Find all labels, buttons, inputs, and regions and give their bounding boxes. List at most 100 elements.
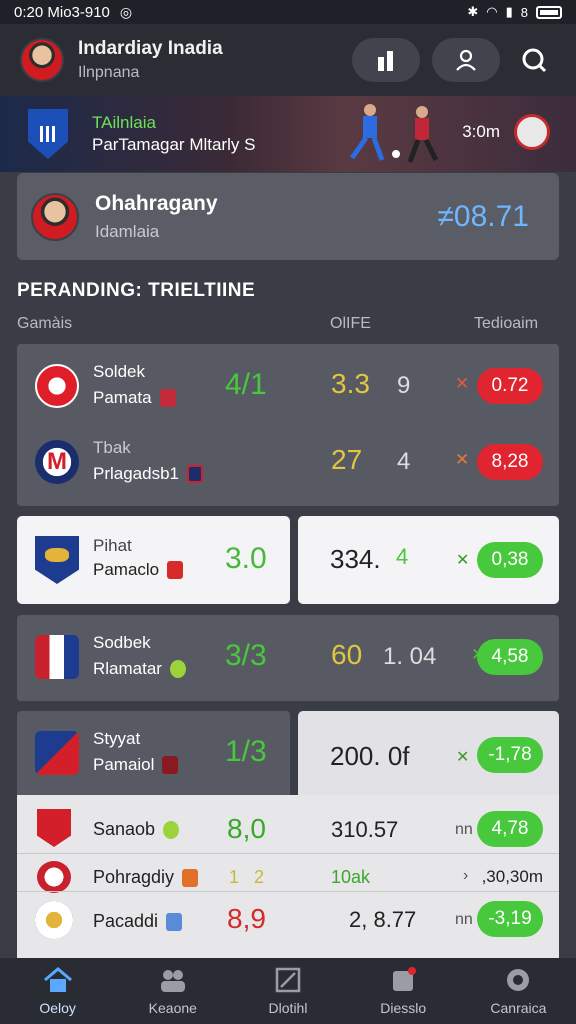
header-text: Indardiay Inadia Ilnpnana <box>78 38 223 82</box>
list-score: 8,0 <box>227 813 266 844</box>
club-crest-icon <box>35 364 79 408</box>
match-card-left[interactable]: Styyat Pamaiol 1/3 <box>17 711 290 801</box>
player-text: Ohahragany Idamlaia <box>95 192 218 242</box>
status-bar: 0:20 Mio3-910 ◎ ✱ ◠ ▮ 8 <box>0 0 576 24</box>
match-card-left[interactable]: Pihat Pamaclo 3.0 <box>17 516 290 604</box>
team-name-away-wrap: Pamaclo <box>93 560 184 580</box>
user-avatar[interactable] <box>20 38 64 82</box>
team-name-away: Prlagadsb1 <box>93 464 180 483</box>
status-extra: 8 <box>520 4 528 20</box>
mini-crest-icon <box>169 660 186 678</box>
list-score: 8,9 <box>227 903 266 934</box>
list-tag: nn <box>455 821 473 838</box>
team-name-home: Tbak <box>93 438 131 457</box>
mini-crest-icon <box>166 912 183 931</box>
mini-flag-icon <box>167 561 184 579</box>
bar-chart-icon <box>378 51 393 71</box>
nav-item-stats[interactable]: Dlotihl <box>230 958 345 1024</box>
nav-label: Oeloy <box>39 1000 76 1016</box>
mini-flag-icon <box>159 389 176 407</box>
player-value: ≠08.71 <box>437 199 529 233</box>
match-extra: 4 <box>397 448 411 475</box>
column-header-odds: OlIFE <box>330 315 371 332</box>
match-row[interactable]: Sodbek Rlamatar 3/3 60 1. 04 ✕ 4,58 <box>17 615 559 701</box>
match-card-right[interactable]: 200. 0f ✕ -1,78 <box>298 711 559 801</box>
profile-button[interactable] <box>432 38 500 82</box>
club-crest-icon <box>35 901 73 939</box>
banner-time: 3:0m <box>462 122 500 141</box>
list-odds: 10ak <box>331 867 371 887</box>
featured-player-card[interactable]: Ohahragany Idamlaia ≠08.71 <box>17 173 559 260</box>
results-list: Sanaob 8,0 310.57 nn 4,78 Pohragdiy 1 2 … <box>17 795 559 958</box>
list-team-name: Sanaob <box>93 819 156 839</box>
club-badge-icon <box>514 114 550 150</box>
mini-flag-icon <box>162 756 179 774</box>
nav-label: Diesslo <box>380 1000 427 1016</box>
match-odds: 27 <box>331 444 363 475</box>
bet-button[interactable]: 0,38 <box>477 542 543 578</box>
bet-button[interactable]: -3,19 <box>477 901 543 937</box>
club-crest-icon <box>35 536 79 584</box>
club-crest-icon <box>37 861 71 893</box>
team-name-away-wrap: Pamata <box>93 388 176 408</box>
nav-item-cart[interactable]: Canraica <box>461 958 576 1024</box>
match-score: 3/3 <box>225 639 267 672</box>
list-time: ,30,30m <box>481 867 543 886</box>
match-score: 4/1 <box>225 368 267 401</box>
match-extra: 1. 04 <box>383 643 437 670</box>
nav-item-home[interactable]: Oeloy <box>0 958 115 1024</box>
player-avatar <box>31 192 79 241</box>
match-row[interactable]: Soldek Pamata 4/1 3.3 9 ✕ 0.72 <box>17 344 559 430</box>
list-team-wrap: Sanaob <box>93 819 180 840</box>
section-title: PERANDING: TRIELTIINE <box>17 280 256 301</box>
list-item[interactable]: Pohragdiy 1 2 10ak › ,30,30m <box>17 851 559 901</box>
battery-icon <box>536 5 562 19</box>
list-score: 1 2 <box>229 867 265 887</box>
header-subtitle: Ilnpnana <box>78 64 140 81</box>
team-name-away: Pamaclo <box>93 560 160 579</box>
bet-button[interactable]: 0.72 <box>477 368 543 404</box>
search-icon <box>522 48 547 73</box>
match-row[interactable]: M Tbak Prlagadsb1 27 4 ✕ 8,28 <box>17 420 559 506</box>
list-odds: 2, 8.77 <box>349 907 417 932</box>
teams-icon <box>160 970 185 992</box>
divider <box>17 891 559 892</box>
players-illustration <box>349 104 439 163</box>
home-icon <box>43 967 72 992</box>
team-name-away: Rlamatar <box>93 659 162 678</box>
match-extra: 4 <box>396 544 409 569</box>
match-odds: 334. <box>330 544 381 574</box>
list-item[interactable]: Pacaddi 8,9 2, 8.77 nn -3,19 <box>17 895 559 945</box>
team-name-home: Sodbek <box>93 633 151 652</box>
nav-item-teams[interactable]: Keaone <box>115 958 230 1024</box>
bet-button[interactable]: -1,78 <box>477 737 543 773</box>
bet-button[interactable]: 4,58 <box>477 639 543 675</box>
signal-icon: ▮ <box>505 4 513 19</box>
team-name-away: Pamata <box>93 388 152 407</box>
list-tag: › <box>463 867 469 884</box>
promo-banner[interactable]: TAilnlaia ParTamagar Mltarly S 3:0m <box>0 96 576 172</box>
list-team-name: Pacaddi <box>93 911 159 931</box>
list-team-name: Pohragdiy <box>93 867 175 887</box>
trend-icon: ✕ <box>455 374 470 393</box>
user-icon <box>456 49 476 71</box>
match-score: 3.0 <box>225 542 267 575</box>
list-item[interactable]: Sanaob 8,0 310.57 nn 4,78 <box>17 803 559 853</box>
nav-label: Canraica <box>490 1000 547 1016</box>
nav-item-notifications[interactable]: Diesslo <box>346 958 461 1024</box>
mini-crest-icon <box>187 465 204 483</box>
search-button[interactable] <box>512 38 556 82</box>
match-card-right[interactable]: 334. 4 ✕ 0,38 <box>298 516 559 604</box>
match-odds: 3.3 <box>331 368 370 399</box>
stats-button[interactable] <box>352 38 420 82</box>
mini-crest-icon <box>163 820 180 839</box>
club-crest-icon: M <box>35 440 79 484</box>
banner-tag: TAilnlaia <box>92 113 156 132</box>
trend-icon: ✕ <box>455 450 470 469</box>
cart-icon <box>507 969 530 991</box>
status-icons: ◎ <box>119 3 133 20</box>
bet-button[interactable]: 4,78 <box>477 811 543 847</box>
player-name: Ohahragany <box>95 191 218 215</box>
bet-button[interactable]: 8,28 <box>477 444 543 480</box>
match-odds: 60 <box>331 639 363 670</box>
